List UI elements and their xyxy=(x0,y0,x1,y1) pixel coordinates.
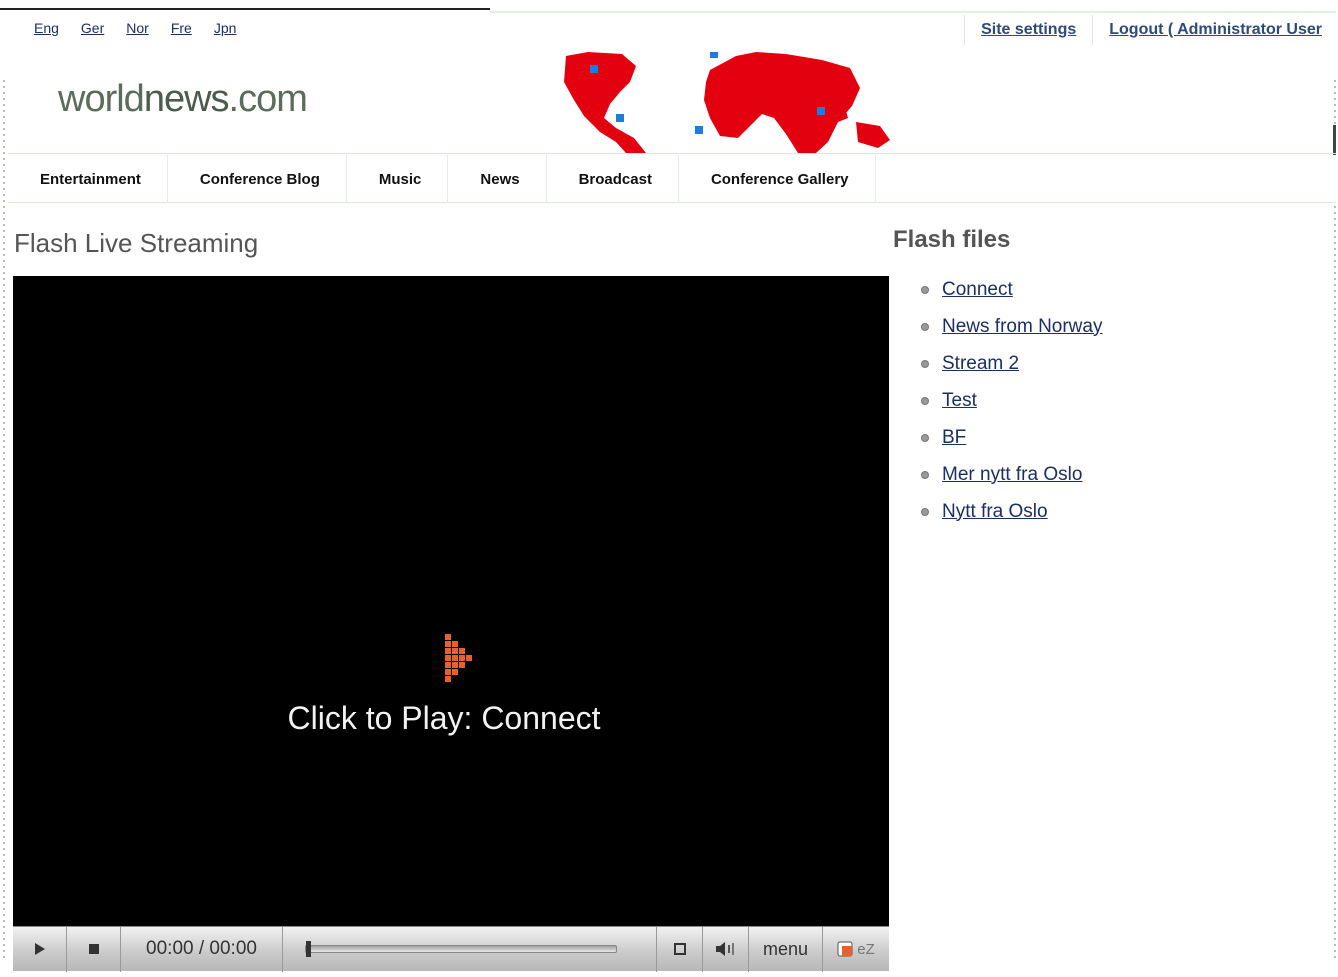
language-link-ger[interactable]: Ger xyxy=(81,20,104,36)
volume-icon xyxy=(715,942,734,956)
map-marker xyxy=(590,65,598,73)
play-arrow-pixel xyxy=(445,655,451,661)
nav-item-conference-gallery[interactable]: Conference Gallery xyxy=(679,155,876,203)
file-link-mer-nytt-fra-oslo[interactable]: Mer nytt fra Oslo xyxy=(942,464,1082,486)
play-arrow-pixel xyxy=(445,662,451,668)
list-item: Nytt fra Oslo xyxy=(921,493,1333,530)
seek-handle[interactable] xyxy=(306,941,311,957)
site-settings-link[interactable]: Site settings xyxy=(965,21,1092,39)
stop-icon xyxy=(88,944,99,954)
play-arrow-pixel xyxy=(459,655,465,661)
map-marker xyxy=(695,126,703,134)
nav-item-conference-blog[interactable]: Conference Blog xyxy=(168,155,347,203)
play-arrow-pixel xyxy=(459,648,465,654)
volume-button[interactable] xyxy=(703,926,749,972)
video-player[interactable]: Click to Play: Connect 00:00 / 00:00 men… xyxy=(13,276,889,972)
map-marker xyxy=(817,107,825,115)
bullet-icon xyxy=(921,322,929,331)
ez-logo-button[interactable]: eZ xyxy=(823,927,889,972)
language-link-jpn[interactable]: Jpn xyxy=(214,20,237,36)
play-button[interactable] xyxy=(13,926,67,972)
map-marker xyxy=(616,114,624,122)
fullscreen-button[interactable] xyxy=(657,926,703,972)
world-map-image xyxy=(564,52,890,153)
logout-link[interactable]: Logout ( Administrator User xyxy=(1093,21,1338,39)
file-link-news-from-norway[interactable]: News from Norway xyxy=(942,316,1102,338)
bullet-icon xyxy=(921,433,929,442)
list-item: Test xyxy=(921,382,1333,419)
admin-links: Site settings Logout ( Administrator Use… xyxy=(964,14,1338,46)
play-arrow-pixel xyxy=(452,648,458,654)
list-item: Stream 2 xyxy=(921,345,1333,382)
play-arrow-pixel xyxy=(452,669,458,675)
flash-file-list: Connect News from Norway Stream 2 Test B… xyxy=(893,271,1333,530)
header-divider xyxy=(8,153,1336,154)
language-link-fre[interactable]: Fre xyxy=(171,20,192,36)
time-display: 00:00 / 00:00 xyxy=(121,926,283,972)
play-arrow-pixel xyxy=(452,641,458,647)
ez-logo-icon xyxy=(837,941,853,957)
play-arrow-pixel xyxy=(445,676,451,682)
play-arrow-pixel xyxy=(445,641,451,647)
bullet-icon xyxy=(921,396,929,405)
page-edge-left xyxy=(3,80,5,960)
play-arrow-pixel xyxy=(466,655,472,661)
logo-text-news: news xyxy=(143,78,230,120)
world-map-banner xyxy=(560,52,940,153)
site-logo[interactable]: worldnews.com xyxy=(58,78,308,121)
nav-item-news[interactable]: News xyxy=(448,155,547,203)
nav-item-broadcast[interactable]: Broadcast xyxy=(547,155,679,203)
play-icon[interactable] xyxy=(444,633,480,685)
page-edge-right xyxy=(1334,80,1336,960)
file-link-test[interactable]: Test xyxy=(942,390,977,412)
list-item: News from Norway xyxy=(921,308,1333,345)
map-marker xyxy=(710,52,718,58)
bullet-icon xyxy=(921,285,929,294)
player-controls: 00:00 / 00:00 menu eZ xyxy=(13,926,889,972)
sidebar-title: Flash files xyxy=(893,226,1011,253)
file-link-nytt-fra-oslo[interactable]: Nytt fra Oslo xyxy=(942,501,1048,523)
top-rule xyxy=(0,8,490,10)
bullet-icon xyxy=(921,470,929,479)
play-arrow-pixel xyxy=(452,655,458,661)
play-arrow-pixel xyxy=(459,662,465,668)
play-caption[interactable]: Click to Play: Connect xyxy=(13,700,875,737)
play-arrow-pixel xyxy=(445,648,451,654)
logo-text-world: world xyxy=(58,78,145,120)
ez-logo-text: eZ xyxy=(857,940,875,958)
play-arrow-pixel xyxy=(445,669,451,675)
world-map-landmass xyxy=(564,52,890,153)
play-arrow-pixel xyxy=(445,634,451,640)
seek-track[interactable] xyxy=(305,941,617,957)
logo-text-domain: .com xyxy=(228,78,308,120)
file-link-bf[interactable]: BF xyxy=(942,427,966,449)
flash-files-sidebar: Flash files Connect News from Norway Str… xyxy=(893,226,1333,530)
seek-bar[interactable] xyxy=(283,926,657,972)
play-control-icon xyxy=(34,943,45,955)
play-arrow-pixels xyxy=(445,634,472,682)
nav-item-music[interactable]: Music xyxy=(347,155,449,203)
main-navigation: Entertainment Conference Blog Music News… xyxy=(8,155,1336,203)
list-item: Connect xyxy=(921,271,1333,308)
list-item: Mer nytt fra Oslo xyxy=(921,456,1333,493)
language-link-eng[interactable]: Eng xyxy=(34,20,59,36)
player-menu-button[interactable]: menu xyxy=(749,926,823,972)
bullet-icon xyxy=(921,359,929,368)
bullet-icon xyxy=(921,507,929,516)
language-link-nor[interactable]: Nor xyxy=(126,20,149,36)
fullscreen-icon xyxy=(673,943,686,955)
file-link-connect[interactable]: Connect xyxy=(942,279,1013,301)
play-arrow-pixel xyxy=(452,662,458,668)
page-title: Flash Live Streaming xyxy=(14,228,259,258)
nav-item-entertainment[interactable]: Entertainment xyxy=(8,155,168,203)
language-bar: Eng Ger Nor Fre Jpn xyxy=(34,20,236,36)
file-link-stream-2[interactable]: Stream 2 xyxy=(942,353,1019,375)
list-item: BF xyxy=(921,419,1333,456)
top-rule-accent xyxy=(490,11,1336,13)
stop-button[interactable] xyxy=(67,926,121,972)
